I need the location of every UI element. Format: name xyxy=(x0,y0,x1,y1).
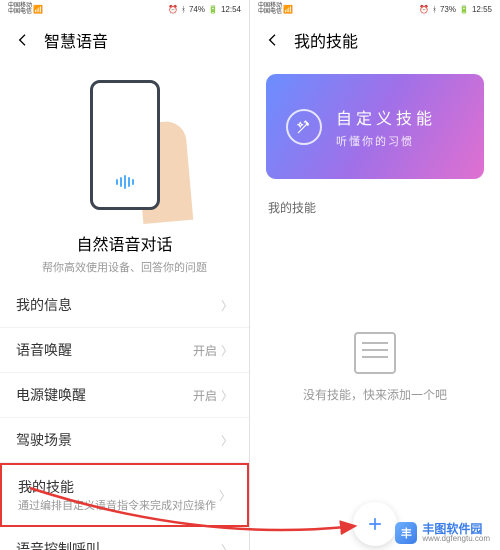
item-label: 电源键唤醒 xyxy=(16,385,193,405)
item-value: 开启 xyxy=(193,342,217,359)
section-label: 我的技能 xyxy=(250,191,500,224)
item-label: 驾驶场景 xyxy=(16,430,221,450)
add-skill-button[interactable] xyxy=(353,502,397,546)
watermark: 丰 丰图软件园 www.dgfengtu.com xyxy=(395,522,490,544)
item-label: 语音控制呼叫 xyxy=(16,539,221,550)
chevron-right-icon: 〉 xyxy=(221,297,233,314)
bluetooth-icon: ᚼ xyxy=(181,5,186,14)
chevron-right-icon: 〉 xyxy=(221,541,233,550)
alarm-icon: ⏰ xyxy=(168,5,178,14)
battery-icon: 🔋 xyxy=(459,5,469,14)
alarm-icon: ⏰ xyxy=(419,5,429,14)
chevron-right-icon: 〉 xyxy=(221,342,233,359)
arrow-left-icon xyxy=(15,32,31,48)
list-item-voice-call[interactable]: 语音控制呼叫 〉 xyxy=(0,527,249,550)
item-label: 我的技能 xyxy=(18,477,219,497)
chevron-right-icon: 〉 xyxy=(219,487,231,504)
item-label: 语音唤醒 xyxy=(16,340,193,360)
empty-text: 没有技能，快来添加一个吧 xyxy=(303,386,447,403)
carrier-label: 中国移动 中国电信 xyxy=(258,3,282,15)
back-button[interactable] xyxy=(264,31,282,49)
clock: 12:55 xyxy=(472,5,492,14)
list-item-driving[interactable]: 驾驶场景 〉 xyxy=(0,418,249,463)
watermark-logo: 丰 xyxy=(395,522,417,544)
header: 我的技能 xyxy=(250,18,500,62)
battery-percent: 73% xyxy=(440,5,456,14)
watermark-url: www.dgfengtu.com xyxy=(422,535,490,543)
card-title: 自定义技能 xyxy=(336,105,436,129)
hero-title: 自然语音对话 xyxy=(0,231,249,255)
left-screen: 中国移动 中国电信 📶 ⏰ ᚼ 74% 🔋 12:54 智慧语音 xyxy=(0,0,250,550)
battery-percent: 74% xyxy=(189,5,205,14)
list-item-voice-wake[interactable]: 语音唤醒 开启〉 xyxy=(0,328,249,373)
list-item-power-wake[interactable]: 电源键唤醒 开启〉 xyxy=(0,373,249,418)
plus-icon xyxy=(365,514,385,534)
custom-skill-card[interactable]: 自定义技能 听懂你的习惯 xyxy=(266,74,484,179)
chevron-right-icon: 〉 xyxy=(221,432,233,449)
bluetooth-icon: ᚼ xyxy=(432,5,437,14)
right-screen: 中国移动 中国电信 📶 ⏰ ᚼ 73% 🔋 12:55 我的技能 xyxy=(250,0,500,550)
statusbar: 中国移动 中国电信 📶 ⏰ ᚼ 73% 🔋 12:55 xyxy=(250,0,500,18)
list-item-my-skills[interactable]: 我的技能 通过编排自定义语音指令来完成对应操作 〉 xyxy=(0,463,249,527)
back-button[interactable] xyxy=(14,31,32,49)
voice-wave-icon xyxy=(116,175,134,189)
list-item-my-info[interactable]: 我的信息 〉 xyxy=(0,283,249,328)
header: 智慧语音 xyxy=(0,18,249,62)
page-title: 智慧语音 xyxy=(44,28,108,52)
item-label: 我的信息 xyxy=(16,295,221,315)
item-description: 通过编排自定义语音指令来完成对应操作 xyxy=(18,499,219,513)
clock: 12:54 xyxy=(221,5,241,14)
page-title: 我的技能 xyxy=(294,28,358,52)
chevron-right-icon: 〉 xyxy=(221,387,233,404)
statusbar: 中国移动 中国电信 📶 ⏰ ᚼ 74% 🔋 12:54 xyxy=(0,0,249,18)
card-subtitle: 听懂你的习惯 xyxy=(336,133,436,149)
item-value: 开启 xyxy=(193,387,217,404)
arrow-left-icon xyxy=(265,32,281,48)
magic-wand-icon xyxy=(286,109,322,145)
phone-illustration xyxy=(90,80,160,210)
hero-illustration xyxy=(0,62,249,227)
settings-list: 我的信息 〉 语音唤醒 开启〉 电源键唤醒 开启〉 驾驶场景 〉 我的技能 通过… xyxy=(0,283,249,550)
signal-icon: 📶 xyxy=(33,5,43,14)
battery-icon: 🔋 xyxy=(208,5,218,14)
document-icon xyxy=(354,332,396,374)
hero-subtitle: 帮你高效使用设备、回答你的问题 xyxy=(0,259,249,275)
signal-icon: 📶 xyxy=(283,5,293,14)
carrier-label: 中国移动 中国电信 xyxy=(8,3,32,15)
